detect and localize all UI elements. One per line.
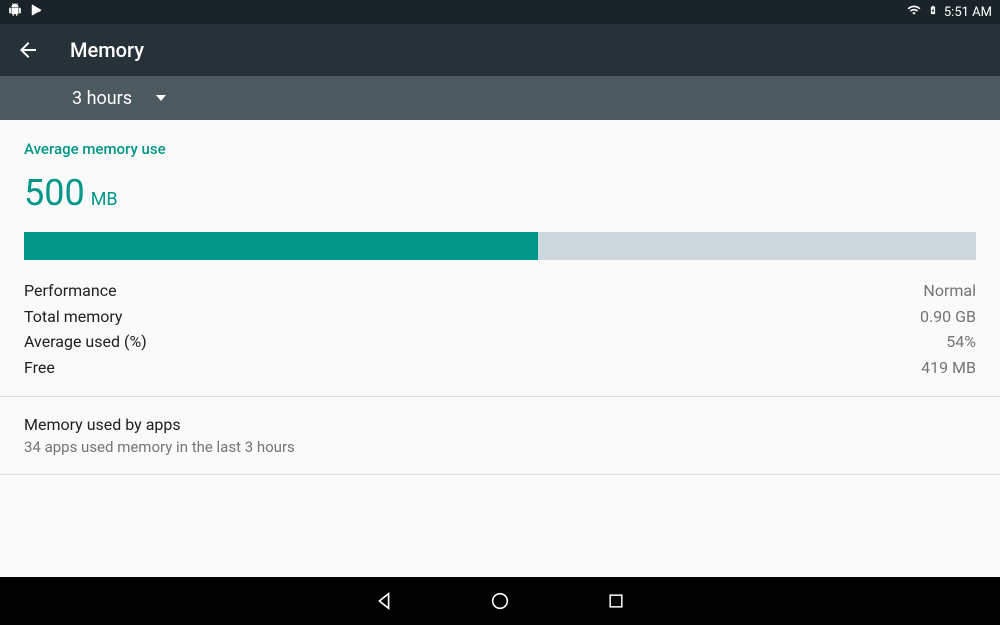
nav-recent-button[interactable] xyxy=(604,589,628,613)
status-bar: 5:51 AM xyxy=(0,0,1000,24)
android-debug-icon xyxy=(8,3,22,21)
navigation-bar xyxy=(0,577,1000,625)
stat-performance: Performance Normal xyxy=(24,278,976,304)
status-time: 5:51 AM xyxy=(944,5,992,20)
content: Average memory use 500 MB Performance No… xyxy=(0,120,1000,475)
stat-label: Performance xyxy=(24,278,117,304)
wifi-icon xyxy=(906,3,922,21)
dropdown-arrow-icon xyxy=(156,95,166,101)
average-memory-label: Average memory use xyxy=(24,140,976,158)
time-range-dropdown[interactable]: 3 hours xyxy=(72,88,166,109)
stat-value: 54% xyxy=(946,329,976,355)
back-button[interactable] xyxy=(16,38,40,62)
stat-value: 0.90 GB xyxy=(920,304,976,330)
divider xyxy=(0,474,1000,475)
stat-total-memory: Total memory 0.90 GB xyxy=(24,304,976,330)
apps-item-title: Memory used by apps xyxy=(24,415,976,434)
time-range-value: 3 hours xyxy=(72,88,132,109)
app-bar: Memory xyxy=(0,24,1000,76)
time-range-bar: 3 hours xyxy=(0,76,1000,120)
stat-free: Free 419 MB xyxy=(24,355,976,381)
average-memory-unit: MB xyxy=(91,189,118,210)
stat-average-used: Average used (%) 54% xyxy=(24,329,976,355)
nav-home-button[interactable] xyxy=(488,589,512,613)
stat-label: Total memory xyxy=(24,304,123,330)
stat-label: Free xyxy=(24,355,55,381)
memory-usage-bar xyxy=(24,232,976,260)
memory-usage-bar-fill xyxy=(24,232,538,260)
nav-back-button[interactable] xyxy=(372,589,396,613)
memory-stats: Performance Normal Total memory 0.90 GB … xyxy=(24,278,976,380)
page-title: Memory xyxy=(70,38,144,62)
stat-label: Average used (%) xyxy=(24,329,147,355)
battery-charging-icon xyxy=(928,2,938,22)
memory-used-by-apps-item[interactable]: Memory used by apps 34 apps used memory … xyxy=(0,397,1000,474)
apps-item-subtitle: 34 apps used memory in the last 3 hours xyxy=(24,438,976,456)
average-memory-number: 500 xyxy=(24,172,85,214)
average-memory-section: Average memory use 500 MB Performance No… xyxy=(0,120,1000,396)
average-memory-value: 500 MB xyxy=(24,172,976,214)
play-store-icon xyxy=(30,3,44,21)
stat-value: 419 MB xyxy=(921,355,976,381)
stat-value: Normal xyxy=(923,278,976,304)
